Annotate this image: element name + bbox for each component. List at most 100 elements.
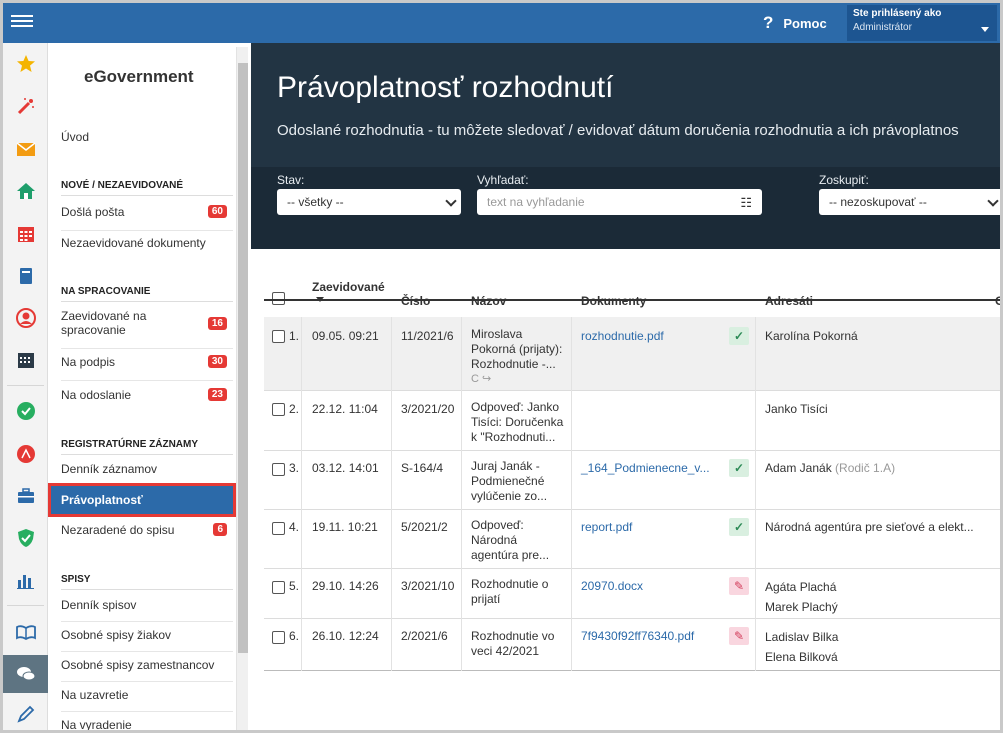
page-title: Právoplatnosť rozhodnutí [277, 71, 614, 104]
column-header-number[interactable]: Číslo [401, 294, 430, 308]
sidebar-item-to-sign[interactable]: Na podpis 30 [61, 355, 233, 381]
home-button[interactable] [3, 174, 48, 208]
sidebar-item-home[interactable]: Úvod [61, 130, 233, 144]
row-name-line: vylúčenie zo... [471, 489, 548, 503]
sidebar-item-employee-files[interactable]: Osobné spisy zamestnancov [61, 658, 233, 682]
filter-settings-icon[interactable]: ☷ [740, 195, 752, 211]
table-row[interactable]: 1. 09.05. 09:21 11/2021/6 Miroslava Poko… [264, 317, 1000, 391]
briefcase-button[interactable] [3, 479, 48, 513]
shield-check-icon [17, 529, 34, 547]
section-title-new: NOVÉ / NEZAEVIDOVANÉ [61, 180, 233, 196]
pencil-icon[interactable]: ✎ [729, 627, 749, 645]
sidebar-scrollbar[interactable] [236, 47, 248, 730]
search-placeholder: text na vyhľadanie [487, 195, 585, 209]
column-header-documents[interactable]: Dokumenty [581, 294, 646, 308]
document-link[interactable]: rozhodnutie.pdf [581, 329, 664, 344]
wizard-button[interactable] [3, 89, 48, 123]
row-recipient: Národná agentúra pre sieťové a elekt... [765, 520, 974, 534]
count-badge: 60 [207, 205, 227, 218]
row-number: 3/2021/20 [401, 402, 455, 416]
book-button[interactable] [3, 259, 48, 293]
manual-button[interactable] [3, 615, 48, 649]
sidebar-item-registered[interactable]: Zaevidované na spracovanie 16 [61, 309, 233, 349]
mail-button[interactable] [3, 132, 48, 166]
stamp-button[interactable] [3, 437, 48, 471]
row-recipients: Agáta Plachá Marek Plachý [765, 577, 838, 617]
sidebar-item-to-discard[interactable]: Na vyradenie [61, 718, 233, 730]
table-row[interactable]: 6. 26.10. 12:24 2/2021/6 Rozhodnutie vo … [264, 619, 1000, 671]
document-link[interactable]: _164_Podmienecne_v... [581, 461, 710, 476]
row-name[interactable]: Odpoveď: Janko Tisíci: Doručenka k "Rozh… [471, 400, 569, 445]
row-checkbox[interactable] [272, 581, 285, 594]
calendar-button[interactable] [3, 217, 48, 251]
approved-button[interactable] [3, 394, 48, 428]
sidebar-item-record-journal[interactable]: Denník záznamov [61, 462, 233, 484]
planner-button[interactable] [3, 343, 48, 377]
row-index: 1. [289, 329, 300, 343]
check-icon[interactable]: ✓ [729, 459, 749, 477]
row-name[interactable]: Rozhodnutie vo veci 42/2021 [471, 629, 566, 659]
menu-icon[interactable] [11, 12, 33, 32]
recipient-note: (Rodič 1.A) [835, 461, 896, 475]
count-badge: 23 [207, 388, 227, 401]
column-header-name[interactable]: Názov [471, 294, 506, 308]
home-icon [16, 183, 35, 199]
check-circle-icon [16, 402, 35, 420]
group-select[interactable]: -- nezoskupovať -- [819, 189, 1000, 215]
user-button[interactable] [3, 301, 48, 335]
table-row[interactable]: 5. 29.10. 14:26 3/2021/10 Rozhodnutie o … [264, 569, 1000, 619]
edit-button[interactable] [3, 697, 48, 730]
scrollbar-thumb[interactable] [238, 63, 248, 653]
row-name[interactable]: Odpoveď: Národná agentúra pre... [471, 518, 566, 563]
row-date: 09.05. 09:21 [312, 329, 379, 343]
check-icon[interactable]: ✓ [729, 518, 749, 536]
sidebar-item-file-journal[interactable]: Denník spisov [61, 598, 233, 622]
group-value: -- nezoskupovať -- [829, 195, 927, 209]
sidebar-item-validity[interactable]: Právoplatnosť [48, 483, 236, 517]
sidebar-item-label: Zaevidované na spracovanie [61, 309, 147, 337]
table-row[interactable]: 4. 19.11. 10:21 5/2021/2 Odpoveď: Národn… [264, 510, 1000, 569]
row-name[interactable]: Juraj Janák - Podmienečné vylúčenie zo..… [471, 459, 566, 504]
search-input[interactable]: text na vyhľadanie ☷ [477, 189, 762, 215]
row-number: 11/2021/6 [401, 329, 454, 343]
section-title-processing: NA SPRACOVANIE [61, 286, 233, 302]
sidebar-item-label: Na uzavretie [61, 688, 129, 702]
row-checkbox[interactable] [272, 463, 285, 476]
open-book-icon [15, 625, 36, 641]
document-link[interactable]: 20970.docx [581, 579, 643, 594]
document-link[interactable]: 7f9430f92ff76340.pdf [581, 629, 694, 644]
row-index: 3. [289, 461, 300, 475]
sidebar-item-incoming-mail[interactable]: Došlá pošta 60 [61, 205, 233, 231]
sidebar-item-unregistered[interactable]: Nezaevidované dokumenty [61, 236, 233, 262]
statistics-button[interactable] [3, 563, 48, 597]
row-name-line: agentúra pre... [471, 548, 550, 562]
sidebar-item-unassigned[interactable]: Nezaradené do spisu 6 [61, 523, 233, 549]
chat-button[interactable] [3, 655, 48, 693]
row-name[interactable]: Rozhodnutie o prijatí [471, 577, 566, 607]
row-index: 4. [289, 520, 300, 534]
row-checkbox[interactable] [272, 631, 285, 644]
help-button[interactable]: ? Pomoc [763, 13, 827, 33]
favorites-button[interactable] [3, 47, 48, 81]
user-menu[interactable]: Ste prihlásený ako Administrátor [847, 5, 997, 41]
pencil-icon[interactable]: ✎ [729, 577, 749, 595]
row-name-line: Rozhodnutie o [471, 577, 549, 591]
check-icon[interactable]: ✓ [729, 327, 749, 345]
sidebar-item-to-close[interactable]: Na uzavretie [61, 688, 233, 712]
row-checkbox[interactable] [272, 330, 285, 343]
column-header-extra[interactable]: C [995, 294, 1000, 308]
sidebar-item-to-send[interactable]: Na odoslanie 23 [61, 388, 233, 414]
row-checkbox[interactable] [272, 403, 285, 416]
row-checkbox[interactable] [272, 522, 285, 535]
row-name-line: Miroslava [471, 327, 523, 341]
row-name[interactable]: Miroslava Pokorná (prijaty): Rozhodnutie… [471, 327, 563, 387]
status-select[interactable]: -- všetky -- [277, 189, 461, 215]
mail-icon [16, 142, 35, 156]
table-row[interactable]: 2. 22.12. 11:04 3/2021/20 Odpoveď: Janko… [264, 391, 1000, 451]
sidebar-item-student-files[interactable]: Osobné spisy žiakov [61, 628, 233, 652]
document-link[interactable]: report.pdf [581, 520, 632, 535]
shield-button[interactable] [3, 521, 48, 555]
table-row[interactable]: 3. 03.12. 14:01 S-164/4 Juraj Janák - Po… [264, 451, 1000, 510]
row-date: 03.12. 14:01 [312, 461, 379, 475]
column-header-recipients[interactable]: Adresáti [765, 294, 813, 308]
